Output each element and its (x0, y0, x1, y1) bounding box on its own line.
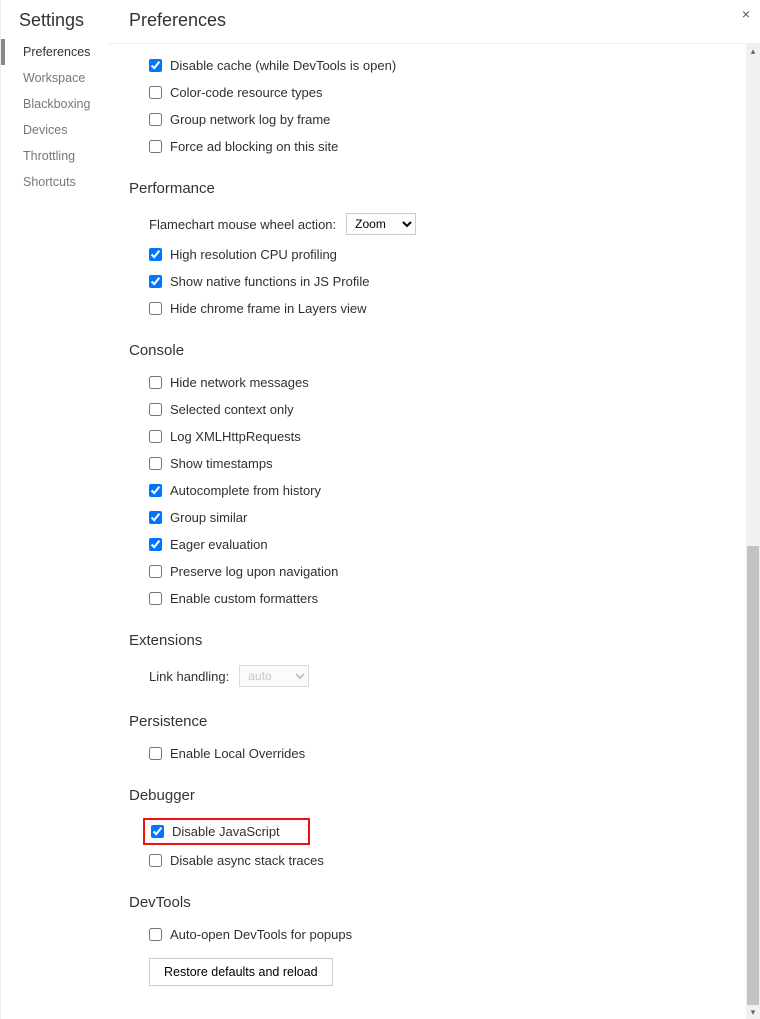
preferences-content: Disable cache (while DevTools is open) Co… (109, 44, 746, 1019)
devtools-row: Auto-open DevTools for popups (149, 921, 746, 948)
network-row: Group network log by frame (149, 106, 746, 133)
section-persistence-title: Persistence (129, 713, 746, 730)
console-checkbox-3[interactable] (149, 457, 162, 470)
link-handling-label: Link handling: (149, 669, 229, 684)
console-row: Log XMLHttpRequests (149, 423, 746, 450)
console-label-6[interactable]: Eager evaluation (170, 537, 268, 552)
performance-checkbox-0[interactable] (149, 248, 162, 261)
performance-label-0[interactable]: High resolution CPU profiling (170, 247, 337, 262)
sidebar-item-devices[interactable]: Devices (1, 117, 109, 143)
page-title: Preferences (109, 0, 760, 44)
console-checkbox-2[interactable] (149, 430, 162, 443)
console-checkbox-0[interactable] (149, 376, 162, 389)
console-label-0[interactable]: Hide network messages (170, 375, 309, 390)
console-row: Enable custom formatters (149, 585, 746, 612)
debugger-label-0[interactable]: Disable async stack traces (170, 853, 324, 868)
performance-row: Hide chrome frame in Layers view (149, 295, 746, 322)
scrollbar-thumb[interactable] (747, 546, 759, 1010)
console-row: Group similar (149, 504, 746, 531)
network-checkbox-1[interactable] (149, 86, 162, 99)
sidebar-item-throttling[interactable]: Throttling (1, 143, 109, 169)
scroll-down-arrow[interactable]: ▾ (746, 1005, 760, 1019)
console-label-4[interactable]: Autocomplete from history (170, 483, 321, 498)
network-checkbox-2[interactable] (149, 113, 162, 126)
restore-defaults-button[interactable]: Restore defaults and reload (149, 958, 333, 986)
console-label-3[interactable]: Show timestamps (170, 456, 273, 471)
persistence-checkbox-0[interactable] (149, 747, 162, 760)
console-checkbox-4[interactable] (149, 484, 162, 497)
performance-row: High resolution CPU profiling (149, 241, 746, 268)
settings-container: Settings PreferencesWorkspaceBlackboxing… (0, 0, 760, 1019)
console-row: Preserve log upon navigation (149, 558, 746, 585)
network-row: Color-code resource types (149, 79, 746, 106)
close-icon[interactable]: × (742, 6, 750, 22)
network-label-1[interactable]: Color-code resource types (170, 85, 322, 100)
console-row: Selected context only (149, 396, 746, 423)
network-checkbox-3[interactable] (149, 140, 162, 153)
console-checkbox-6[interactable] (149, 538, 162, 551)
flamechart-select[interactable]: Zoom (346, 213, 416, 235)
sidebar-item-workspace[interactable]: Workspace (1, 65, 109, 91)
main-panel: Preferences Disable cache (while DevTool… (109, 0, 760, 1019)
section-devtools-title: DevTools (129, 894, 746, 911)
network-label-0[interactable]: Disable cache (while DevTools is open) (170, 58, 396, 73)
network-label-3[interactable]: Force ad blocking on this site (170, 139, 338, 154)
console-label-1[interactable]: Selected context only (170, 402, 294, 417)
network-row: Force ad blocking on this site (149, 133, 746, 160)
sidebar-title: Settings (1, 10, 109, 39)
performance-checkbox-2[interactable] (149, 302, 162, 315)
console-checkbox-5[interactable] (149, 511, 162, 524)
persistence-label-0[interactable]: Enable Local Overrides (170, 746, 305, 761)
section-performance-title: Performance (129, 180, 746, 197)
console-label-7[interactable]: Preserve log upon navigation (170, 564, 338, 579)
console-row: Hide network messages (149, 369, 746, 396)
flamechart-label: Flamechart mouse wheel action: (149, 217, 336, 232)
section-console-title: Console (129, 342, 746, 359)
console-label-8[interactable]: Enable custom formatters (170, 591, 318, 606)
disable-javascript-checkbox[interactable] (151, 825, 164, 838)
scroll-up-arrow[interactable]: ▴ (746, 44, 760, 58)
devtools-label-0[interactable]: Auto-open DevTools for popups (170, 927, 352, 942)
disable-javascript-label[interactable]: Disable JavaScript (172, 824, 280, 839)
console-checkbox-7[interactable] (149, 565, 162, 578)
sidebar-item-blackboxing[interactable]: Blackboxing (1, 91, 109, 117)
console-label-5[interactable]: Group similar (170, 510, 247, 525)
section-extensions-title: Extensions (129, 632, 746, 649)
sidebar-item-preferences[interactable]: Preferences (1, 39, 109, 65)
performance-checkbox-1[interactable] (149, 275, 162, 288)
network-label-2[interactable]: Group network log by frame (170, 112, 330, 127)
sidebar: Settings PreferencesWorkspaceBlackboxing… (1, 0, 109, 1019)
scrollbar-track[interactable]: ▴ ▾ (746, 44, 760, 1019)
performance-label-1[interactable]: Show native functions in JS Profile (170, 274, 369, 289)
network-row: Disable cache (while DevTools is open) (149, 52, 746, 79)
console-row: Autocomplete from history (149, 477, 746, 504)
performance-label-2[interactable]: Hide chrome frame in Layers view (170, 301, 367, 316)
console-checkbox-1[interactable] (149, 403, 162, 416)
console-label-2[interactable]: Log XMLHttpRequests (170, 429, 301, 444)
console-row: Eager evaluation (149, 531, 746, 558)
console-row: Show timestamps (149, 450, 746, 477)
network-checkbox-0[interactable] (149, 59, 162, 72)
debugger-checkbox-0[interactable] (149, 854, 162, 867)
devtools-checkbox-0[interactable] (149, 928, 162, 941)
sidebar-item-shortcuts[interactable]: Shortcuts (1, 169, 109, 195)
persistence-row: Enable Local Overrides (149, 740, 746, 767)
disable-javascript-highlight: Disable JavaScript (143, 818, 310, 845)
performance-row: Show native functions in JS Profile (149, 268, 746, 295)
link-handling-select[interactable]: auto (239, 665, 309, 687)
debugger-row: Disable async stack traces (149, 847, 746, 874)
console-checkbox-8[interactable] (149, 592, 162, 605)
section-debugger-title: Debugger (129, 787, 746, 804)
